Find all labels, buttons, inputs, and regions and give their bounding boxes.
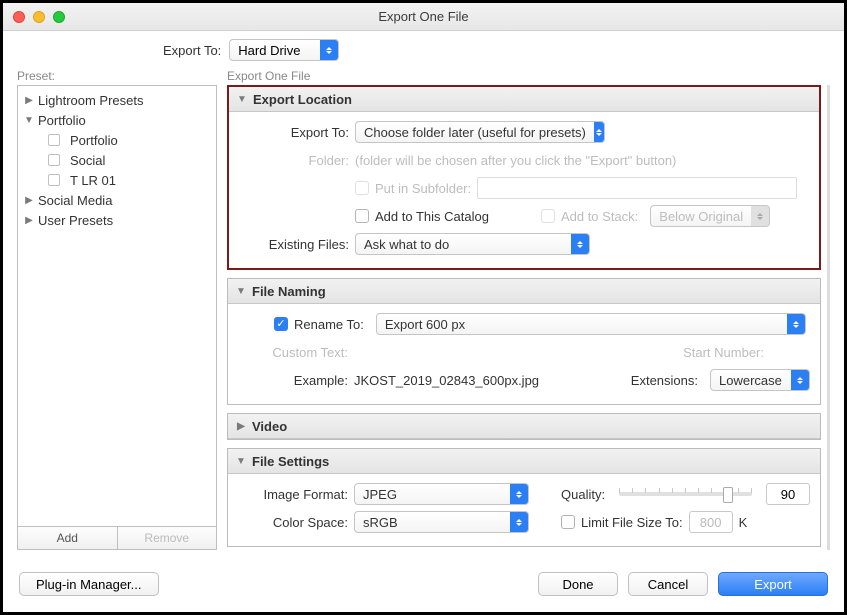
rename-select[interactable]: Export 600 px [376,313,806,335]
right-section-label: Export One File [227,69,830,85]
subfolder-input [477,177,797,199]
preset-tree[interactable]: ▶Lightroom Presets ▼Portfolio Portfolio … [17,85,217,527]
tree-leaf[interactable]: T LR 01 [18,170,216,190]
chevron-updown-icon [510,484,528,504]
stack-position-select: Below Original [650,205,770,227]
panel-header[interactable]: ▶Video [228,414,820,439]
field-label: Existing Files: [239,237,349,252]
add-stack-checkbox [541,209,555,223]
field-label: Export To: [239,125,349,140]
chevron-updown-icon [787,314,805,334]
triangle-right-icon: ▶ [24,195,34,206]
done-button[interactable]: Done [538,572,618,596]
export-location-panel: ▼Export Location Export To: Choose folde… [227,85,821,270]
tree-leaf[interactable]: Social [18,150,216,170]
add-button[interactable]: Add [18,527,117,549]
export-button[interactable]: Export [718,572,828,596]
tree-node[interactable]: ▶Lightroom Presets [18,90,216,110]
image-format-select[interactable]: JPEG [354,483,529,505]
rename-checkbox[interactable]: ✓ [274,317,288,331]
limit-size-input [689,511,733,533]
titlebar: Export One File [3,3,844,31]
quality-slider[interactable] [619,484,752,504]
triangle-down-icon: ▼ [24,115,34,126]
triangle-down-icon: ▼ [236,286,246,297]
export-location-to-select[interactable]: Choose folder later (useful for presets) [355,121,605,143]
field-label: Folder: [239,153,349,168]
export-to-value: Hard Drive [230,43,320,58]
chevron-updown-icon [791,370,809,390]
window-title: Export One File [3,9,844,24]
example-filename: JKOST_2019_02843_600px.jpg [354,373,539,388]
subfolder-checkbox [355,181,369,195]
remove-button: Remove [117,527,217,549]
video-panel: ▶Video [227,413,821,440]
color-space-select[interactable]: sRGB [354,511,529,533]
folder-hint: (folder will be chosen after you click t… [355,153,676,168]
limit-size-checkbox[interactable] [561,515,575,529]
triangle-right-icon: ▶ [24,95,34,106]
checkbox[interactable] [48,154,60,166]
tree-node[interactable]: ▶Social Media [18,190,216,210]
triangle-down-icon: ▼ [237,94,247,105]
panel-header[interactable]: ▼File Settings [228,449,820,474]
existing-files-select[interactable]: Ask what to do [355,233,590,255]
chevron-updown-icon [320,40,338,60]
add-catalog-checkbox[interactable] [355,209,369,223]
export-to-label: Export To: [163,43,221,58]
extensions-select[interactable]: Lowercase [710,369,810,391]
chevron-updown-icon [594,122,604,142]
chevron-updown-icon [510,512,528,532]
checkbox[interactable] [48,134,60,146]
cancel-button[interactable]: Cancel [628,572,708,596]
triangle-down-icon: ▼ [236,456,246,467]
tree-node[interactable]: ▼Portfolio [18,110,216,130]
export-to-select[interactable]: Hard Drive [229,39,339,61]
chevron-updown-icon [571,234,589,254]
file-naming-panel: ▼File Naming ✓ Rename To: Export 600 px [227,278,821,405]
checkbox[interactable] [48,174,60,186]
tree-node[interactable]: ▶User Presets [18,210,216,230]
triangle-right-icon: ▶ [24,215,34,226]
chevron-updown-icon [751,206,769,226]
preset-label: Preset: [17,69,217,85]
file-settings-panel: ▼File Settings Image Format: JPEG Qualit… [227,448,821,547]
tree-leaf[interactable]: Portfolio [18,130,216,150]
panel-header[interactable]: ▼File Naming [228,279,820,304]
triangle-right-icon: ▶ [236,421,246,432]
plugin-manager-button[interactable]: Plug-in Manager... [19,572,159,596]
quality-input[interactable] [766,483,810,505]
panel-header[interactable]: ▼Export Location [229,87,819,112]
